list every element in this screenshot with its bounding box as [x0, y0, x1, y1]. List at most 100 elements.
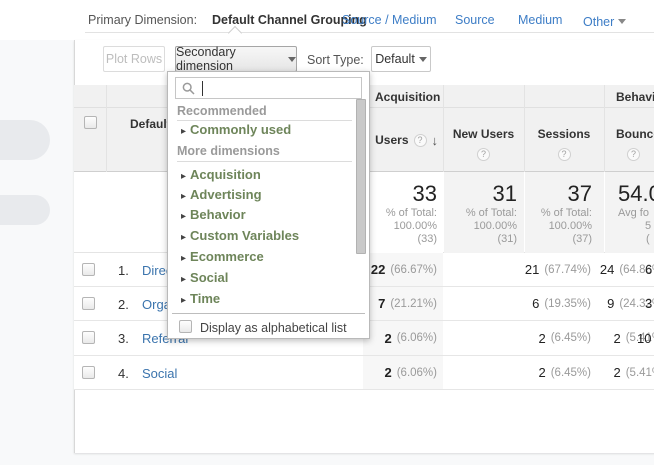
totals-sessions-value: 37 — [525, 181, 592, 207]
bounce-rate-header-label: Bounce Rate — [616, 127, 654, 141]
dimension-group-acquisition[interactable]: ▸ Acquisition — [181, 167, 261, 182]
dimension-group-label: Acquisition — [190, 167, 261, 182]
primary-bar-divider — [85, 32, 654, 33]
expand-arrow-icon: ▸ — [181, 232, 186, 243]
dimension-group-advertising[interactable]: ▸ Advertising — [181, 187, 262, 202]
group-header-behavior: Behavior — [616, 90, 654, 104]
dimension-group-label: Behavior — [190, 207, 246, 222]
tab-source[interactable]: Source — [455, 13, 495, 27]
dimension-group-social[interactable]: ▸ Social — [181, 270, 228, 285]
column-header-users[interactable]: Users ? ↓ — [363, 108, 443, 172]
totals-bounce-line: ( — [605, 233, 654, 246]
select-all-checkbox[interactable] — [84, 116, 97, 129]
help-icon[interactable]: ? — [627, 148, 640, 161]
users-value: 2 — [384, 331, 391, 346]
totals-new-users-line: (31) — [444, 233, 517, 246]
dimension-group-label: Advertising — [190, 187, 262, 202]
dimension-group-label: Time — [190, 291, 220, 306]
row-checkbox[interactable] — [82, 297, 95, 310]
help-icon[interactable]: ? — [414, 134, 427, 147]
plot-rows-button[interactable]: Plot Rows — [103, 46, 165, 72]
table-row: 4. Social 2(6.06%) 2(6.45%) 2(5.41%) — [74, 356, 654, 390]
totals-sessions-line: (37) — [525, 233, 592, 246]
expand-arrow-icon: ▸ — [181, 191, 186, 202]
bounce-value: 10 — [637, 331, 651, 346]
tab-medium[interactable]: Medium — [518, 13, 562, 27]
dimension-group-behavior[interactable]: ▸ Behavior — [181, 207, 246, 222]
totals-sessions-cell: 37 % of Total: 100.00% (37) — [525, 172, 604, 253]
nav-placeholder-pill — [0, 195, 50, 225]
dimension-group-custom-variables[interactable]: ▸ Custom Variables — [181, 228, 299, 243]
plot-rows-label: Plot Rows — [106, 52, 162, 66]
dropdown-footer-divider — [172, 313, 365, 314]
sort-type-dropdown[interactable]: Default — [371, 46, 431, 72]
dimension-group-label: Ecommerce — [190, 249, 264, 264]
totals-bounce-line: Avg fo — [605, 207, 654, 220]
row-checkbox[interactable] — [82, 331, 95, 344]
dropdown-scrollbar[interactable] — [356, 99, 366, 254]
chevron-down-icon — [419, 57, 427, 62]
totals-new-users-line: % of Total: — [444, 207, 517, 220]
tab-other[interactable]: Other — [583, 13, 626, 31]
sort-type-value: Default — [375, 52, 415, 66]
sessions-header-label: Sessions — [524, 127, 604, 141]
row-index: 3. — [118, 331, 129, 346]
row-checkbox[interactable] — [82, 263, 95, 276]
totals-bounce-value: 54.0 — [605, 181, 654, 207]
dimension-search-field[interactable] — [175, 77, 362, 99]
dimension-group-label: Commonly used — [190, 122, 291, 137]
totals-new-users-line: 100.00% — [444, 220, 517, 233]
alphabetical-list-checkbox[interactable] — [179, 320, 192, 333]
secondary-dimension-dropdown-panel: Recommended ▸ Commonly used More dimensio… — [167, 71, 370, 339]
expand-arrow-icon: ▸ — [181, 274, 186, 285]
dimension-group-commonly-used[interactable]: ▸ Commonly used — [181, 122, 291, 137]
expand-arrow-icon: ▸ — [181, 253, 186, 264]
users-value: 22 — [371, 262, 385, 277]
users-pct: (21.21%) — [390, 298, 437, 310]
totals-new-users-cell: 31 % of Total: 100.00% (31) — [444, 172, 524, 253]
users-pct: (6.06%) — [397, 332, 437, 344]
left-rail — [0, 40, 74, 465]
tab-other-label: Other — [583, 15, 614, 29]
help-icon[interactable]: ? — [477, 148, 490, 161]
totals-users-line: (33) — [364, 233, 437, 246]
row-checkbox[interactable] — [82, 366, 95, 379]
column-header-new-users[interactable]: New Users ? — [443, 108, 524, 172]
new-users-header-label: New Users — [443, 127, 524, 141]
help-icon[interactable]: ? — [558, 148, 571, 161]
expand-arrow-icon: ▸ — [181, 171, 186, 182]
secondary-dimension-button[interactable]: Secondary dimension — [175, 46, 297, 72]
expand-arrow-icon: ▸ — [181, 126, 186, 137]
secondary-dimension-label: Secondary dimension — [176, 45, 284, 73]
dropdown-section-recommended: Recommended — [177, 104, 267, 118]
alphabetical-list-label: Display as alphabetical list — [200, 321, 347, 335]
row-index: 1. — [118, 263, 129, 278]
users-header-label: Users — [375, 133, 408, 147]
column-header-sessions[interactable]: Sessions ? — [524, 108, 604, 172]
tab-source-medium[interactable]: Source / Medium — [342, 13, 436, 27]
dimension-group-time[interactable]: ▸Time — [181, 291, 220, 310]
totals-bounce-line: 5 — [605, 220, 654, 233]
channel-link[interactable]: Social — [142, 366, 177, 381]
dropdown-section-more-dimensions: More dimensions — [177, 144, 280, 158]
group-header-acquisition: Acquisition — [375, 90, 440, 104]
row-index: 2. — [118, 297, 129, 312]
dimension-group-ecommerce[interactable]: ▸ Ecommerce — [181, 249, 264, 264]
chevron-down-icon — [288, 57, 296, 62]
primary-dimension-label: Primary Dimension: — [88, 13, 197, 27]
users-pct: (6.06%) — [397, 367, 437, 379]
sort-descending-icon: ↓ — [432, 133, 439, 148]
nav-placeholder-pill — [0, 120, 50, 160]
expand-arrow-icon: ▸ — [181, 211, 186, 222]
totals-sessions-line: 100.00% — [525, 220, 592, 233]
chevron-down-icon — [618, 19, 626, 24]
totals-new-users-value: 31 — [444, 181, 517, 207]
totals-users-cell: 33 % of Total: 100.00% (33) — [364, 172, 443, 253]
dimension-group-label: Social — [190, 270, 228, 285]
totals-users-line: % of Total: — [364, 207, 437, 220]
text-cursor — [202, 81, 203, 96]
column-header-bounce-rate[interactable]: Bounce Rate ? — [604, 108, 654, 172]
row-index: 4. — [118, 366, 129, 381]
dropdown-divider — [177, 120, 352, 121]
dimension-group-label: Custom Variables — [190, 228, 299, 243]
